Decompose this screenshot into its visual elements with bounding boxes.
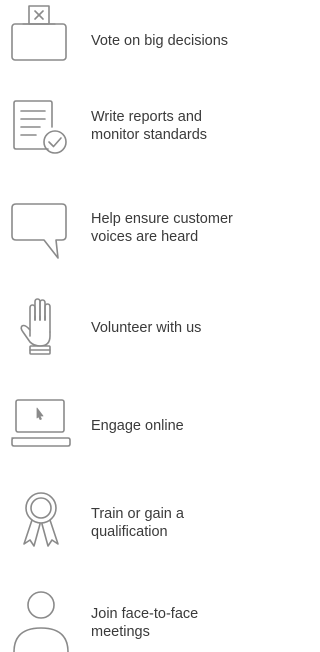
person-icon	[10, 590, 72, 652]
involvement-options-list: Vote on big decisions Write reports and …	[0, 0, 253, 652]
speech-bubble-icon	[10, 200, 72, 262]
item-label: Write reports and monitor standards	[91, 109, 208, 143]
laptop-cursor-icon	[10, 394, 72, 456]
report-checklist-icon	[10, 97, 72, 159]
item-label: Vote on big decisions	[91, 33, 229, 49]
item-label: Train or gain a qualification	[91, 506, 184, 540]
award-ribbon-icon	[10, 490, 72, 552]
item-label: Join face-to-face meetings	[91, 606, 199, 640]
ballot-box-icon	[10, 4, 72, 66]
item-label: Help ensure customer voices are heard	[91, 211, 233, 245]
item-label: Volunteer with us	[91, 320, 202, 336]
raised-hand-icon	[10, 296, 72, 358]
item-label: Engage online	[91, 418, 184, 434]
